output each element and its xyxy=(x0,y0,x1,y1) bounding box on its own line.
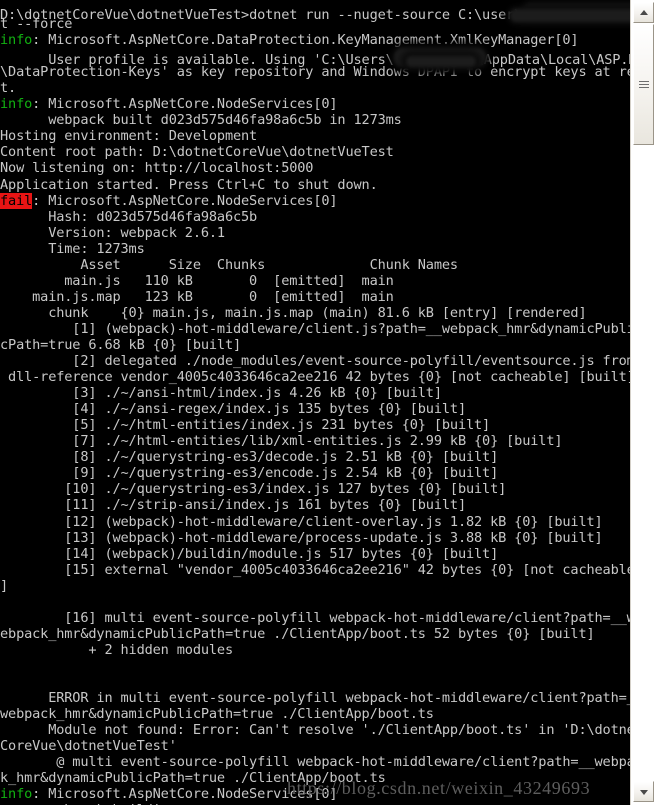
terminal-line: main.js 110 kB 0 [emitted] main xyxy=(0,272,394,289)
terminal-line: info: Microsoft.AspNetCore.NodeServices[… xyxy=(0,786,630,802)
terminal-line: [4] ./~/ansi-regex/index.js 135 bytes {0… xyxy=(0,401,466,418)
terminal-line: Content root path: D:\dotnetCoreVue\dotn… xyxy=(0,144,394,161)
terminal-line: k_hmr&dynamicPublicPath=true ./ClientApp… xyxy=(0,770,386,787)
terminal-line: [3] ./~/ansi-html/index.js 4.26 kB {0} [… xyxy=(0,385,442,402)
terminal-line: [14] (webpack)/buildin/module.js 517 byt… xyxy=(0,545,499,562)
terminal-line: Module not found: Error: Can't resolve '… xyxy=(0,722,630,739)
terminal-line: [2] delegated ./node_modules/event-sourc… xyxy=(0,353,630,370)
terminal-line: @ multi event-source-polyfill webpack-ho… xyxy=(0,754,630,771)
shell-command: dotnet run --nuget-source C:\user\ xyxy=(249,7,523,23)
terminal-line: [5] ./~/html-entities/index.js 231 bytes… xyxy=(0,417,491,434)
terminal-line: ] xyxy=(0,577,9,594)
terminal-line: cPath=true 6.68 kB {0} [built] xyxy=(0,336,242,353)
log-severity-fail: fail xyxy=(0,192,33,209)
terminal-line: [15] external "vendor_4005c4033646ca2ee2… xyxy=(0,561,630,578)
terminal-line: [8] ./~/querystring-es3/decode.js 2.51 k… xyxy=(0,449,499,466)
log-severity-info: info xyxy=(0,786,33,803)
terminal-line: chunk {0} main.js, main.js.map (main) 81… xyxy=(0,304,587,321)
terminal-line: Hosting environment: Development xyxy=(0,128,258,145)
redacted-username-smear xyxy=(510,9,630,22)
grip-icon xyxy=(638,80,649,89)
terminal-line: [12] (webpack)-hot-middleware/client-ove… xyxy=(0,513,603,530)
terminal-line: Asset Size Chunks Chunk Names xyxy=(0,256,458,273)
terminal-line: info: Microsoft.AspNetCore.DataProtectio… xyxy=(0,32,630,48)
terminal-line: webpack_hmr&dynamicPublicPath=true ./Cli… xyxy=(0,706,434,723)
terminal-line: dll-reference vendor_4005c4033646ca2ee21… xyxy=(0,369,630,386)
chevron-down-icon xyxy=(639,789,648,795)
terminal-output[interactable]: D:\dotnetCoreVue\dotnetVueTest>dotnet ru… xyxy=(0,0,630,805)
log-message: : Microsoft.AspNetCore.NodeServices[0] xyxy=(32,96,338,113)
terminal-line: main.js.map 123 kB 0 [emitted] main xyxy=(0,288,394,305)
terminal-line: User profile is available. Using 'C:\Use… xyxy=(0,48,630,68)
scroll-down-button[interactable] xyxy=(633,781,654,802)
scroll-up-button[interactable] xyxy=(633,2,654,23)
chevron-up-icon xyxy=(639,9,648,15)
terminal-line: ebpack_hmr&dynamicPublicPath=true ./Clie… xyxy=(0,625,595,642)
terminal-line: [9] ./~/querystring-es3/encode.js 2.54 k… xyxy=(0,465,499,482)
terminal-line: [7] ./~/html-entities/lib/xml-entities.j… xyxy=(0,433,563,450)
terminal-line: D:\dotnetCoreVue\dotnetVueTest>dotnet ru… xyxy=(0,0,630,23)
redacted-username-smear xyxy=(405,56,476,68)
terminal-line: \DataProtection-Keys' as key repository … xyxy=(0,64,630,81)
terminal-line: Hash: d023d575d46fa98a6c5b xyxy=(0,208,258,225)
scrollbar-thumb[interactable] xyxy=(633,24,654,145)
vertical-scrollbar[interactable] xyxy=(630,0,655,805)
terminal-line: ERROR in multi event-source-polyfill web… xyxy=(0,690,630,707)
console-window: D:\dotnetCoreVue\dotnetVueTest>dotnet ru… xyxy=(0,0,655,805)
terminal-line: webpack built d023d575d46fa98a6c5b in 12… xyxy=(0,112,402,129)
log-message: : Microsoft.AspNetCore.NodeServices[0] xyxy=(32,192,338,209)
terminal-line: [1] (webpack)-hot-middleware/client.js?p… xyxy=(0,320,630,337)
terminal-line: t. xyxy=(0,80,17,97)
terminal-line: Time: 1273ms xyxy=(0,240,145,257)
terminal-line: [11] ./~/strip-ansi/index.js 161 bytes {… xyxy=(0,497,466,514)
terminal-line: + 2 hidden modules xyxy=(0,641,233,658)
terminal-line: info: Microsoft.AspNetCore.NodeServices[… xyxy=(0,96,630,112)
terminal-line: [13] (webpack)-hot-middleware/process-up… xyxy=(0,529,603,546)
terminal-line: Application started. Press Ctrl+C to shu… xyxy=(0,176,378,193)
terminal-line: [10] ./~/querystring-es3/index.js 127 by… xyxy=(0,481,507,498)
terminal-line: Version: webpack 2.6.1 xyxy=(0,224,225,241)
log-message: : Microsoft.AspNetCore.NodeServices[0] xyxy=(32,786,338,803)
log-severity-info: info xyxy=(0,96,33,113)
log-message: : Microsoft.AspNetCore.DataProtection.Ke… xyxy=(32,32,579,49)
terminal-line: [16] multi event-source-polyfill webpack… xyxy=(0,609,630,626)
terminal-line: CoreVue\dotnetVueTest' xyxy=(0,738,177,755)
terminal-line: Now listening on: http://localhost:5000 xyxy=(0,160,314,177)
terminal-line: fail: Microsoft.AspNetCore.NodeServices[… xyxy=(0,192,630,209)
log-severity-info: info xyxy=(0,32,33,49)
